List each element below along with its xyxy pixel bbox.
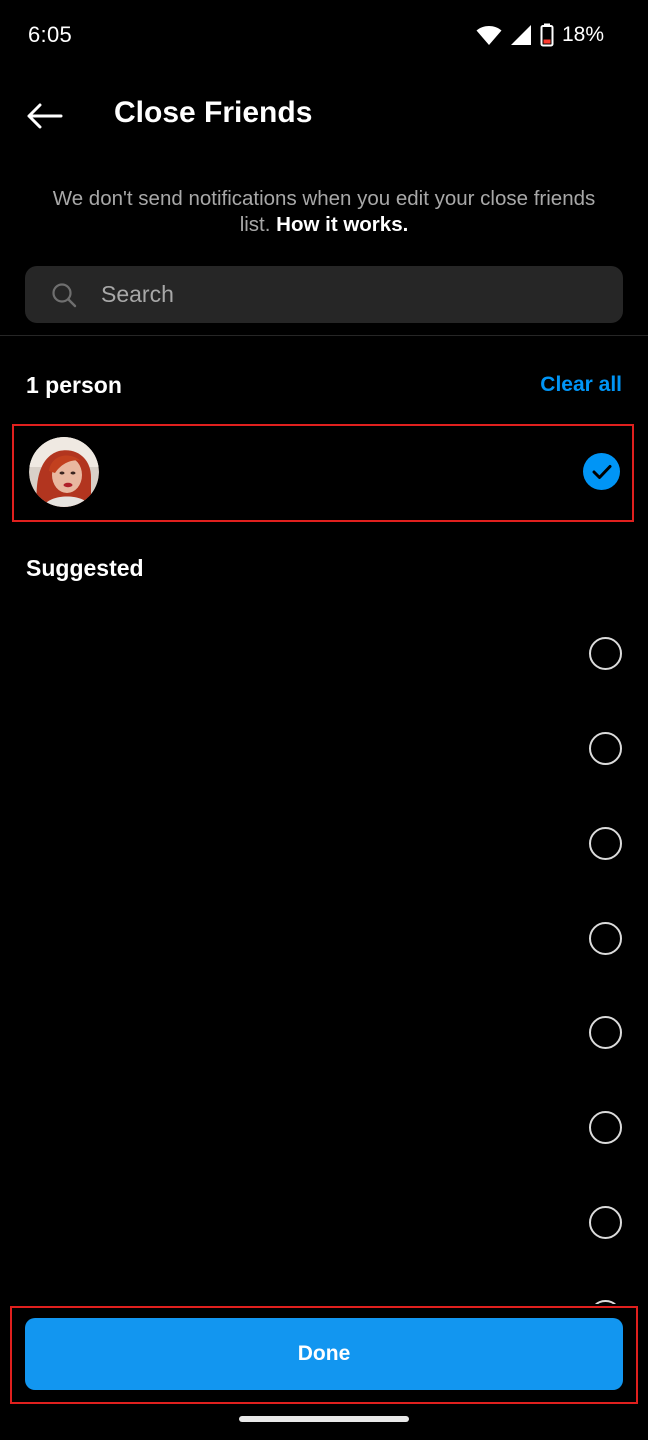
suggested-row[interactable]: [0, 994, 648, 1074]
selected-checkmark-icon[interactable]: [583, 453, 620, 490]
suggested-row[interactable]: [0, 710, 648, 790]
page-title: Close Friends: [114, 96, 313, 129]
header: Close Friends: [0, 80, 648, 152]
how-it-works-link[interactable]: How it works.: [276, 213, 408, 236]
search-icon: [52, 283, 77, 308]
avatar-photo: [29, 437, 99, 507]
close-friends-screen: 6:05 18% Close Friends We don't send not…: [0, 0, 648, 1440]
search-input[interactable]: [101, 266, 601, 323]
suggested-row[interactable]: [0, 1089, 648, 1169]
home-indicator[interactable]: [239, 1416, 409, 1422]
suggested-row[interactable]: [0, 900, 648, 980]
radio-unchecked-icon[interactable]: [589, 637, 622, 670]
avatar: [29, 437, 99, 507]
done-button[interactable]: Done: [25, 1318, 623, 1390]
radio-unchecked-icon[interactable]: [589, 827, 622, 860]
wifi-icon: [476, 26, 502, 45]
clear-all-button[interactable]: Clear all: [540, 373, 622, 397]
radio-unchecked-icon[interactable]: [589, 1111, 622, 1144]
selected-friend-row[interactable]: [12, 424, 634, 522]
cell-signal-icon: [510, 25, 531, 45]
divider: [0, 335, 648, 336]
suggested-row[interactable]: [0, 615, 648, 695]
suggested-row[interactable]: [0, 1184, 648, 1264]
status-icons: 18%: [476, 22, 604, 48]
back-arrow-icon: [27, 103, 63, 129]
radio-unchecked-icon[interactable]: [589, 1016, 622, 1049]
suggested-row[interactable]: [0, 805, 648, 885]
battery-low-icon: [540, 23, 554, 47]
radio-unchecked-icon[interactable]: [589, 732, 622, 765]
search-bar[interactable]: [25, 266, 623, 323]
status-bar: 6:05 18%: [0, 0, 648, 72]
suggested-title: Suggested: [26, 555, 144, 581]
selected-count: 1 person: [26, 372, 122, 398]
checkmark-icon: [592, 464, 611, 479]
status-time: 6:05: [28, 22, 73, 47]
battery-percent: 18%: [561, 23, 604, 46]
radio-unchecked-icon[interactable]: [589, 1206, 622, 1239]
back-button[interactable]: [18, 94, 70, 138]
info-message: We don't send notifications when you edi…: [40, 186, 608, 238]
radio-unchecked-icon[interactable]: [589, 922, 622, 955]
bottom-bar: Done: [0, 1304, 648, 1440]
